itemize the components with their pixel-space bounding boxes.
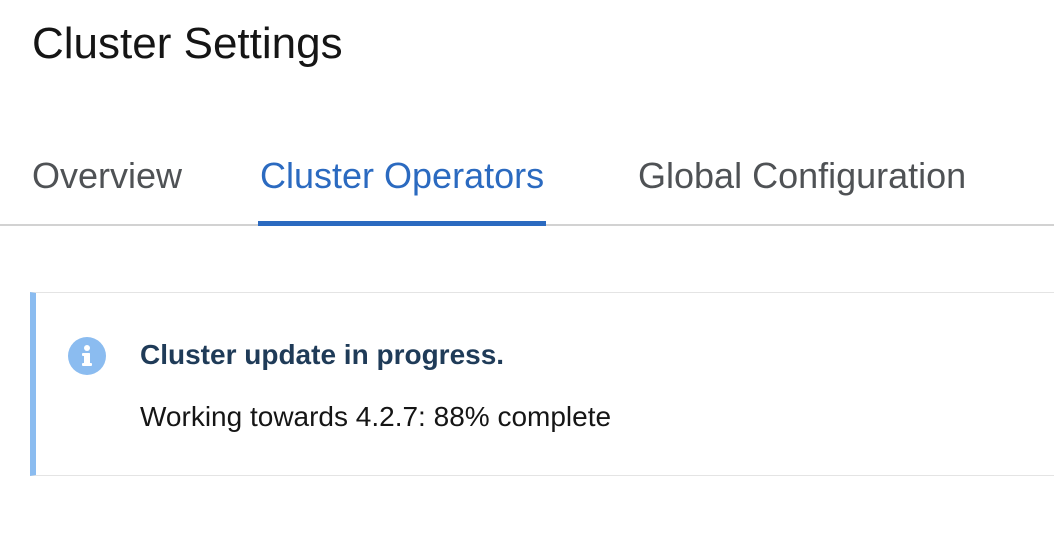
cluster-settings-page: Cluster Settings Overview Cluster Operat…: [0, 0, 1054, 556]
tab-cluster-operators[interactable]: Cluster Operators: [257, 140, 547, 226]
cluster-update-alert: Cluster update in progress. Working towa…: [30, 292, 1054, 476]
alert-title: Cluster update in progress.: [140, 339, 505, 370]
settings-tabs: Overview Cluster Operators Global Config…: [0, 140, 1054, 226]
alert-message: Working towards 4.2.7: 88% complete: [140, 401, 612, 432]
info-icon: [68, 337, 106, 375]
page-title: Cluster Settings: [32, 19, 343, 68]
tab-global-configuration[interactable]: Global Configuration: [638, 140, 966, 226]
tab-overview[interactable]: Overview: [32, 140, 182, 226]
